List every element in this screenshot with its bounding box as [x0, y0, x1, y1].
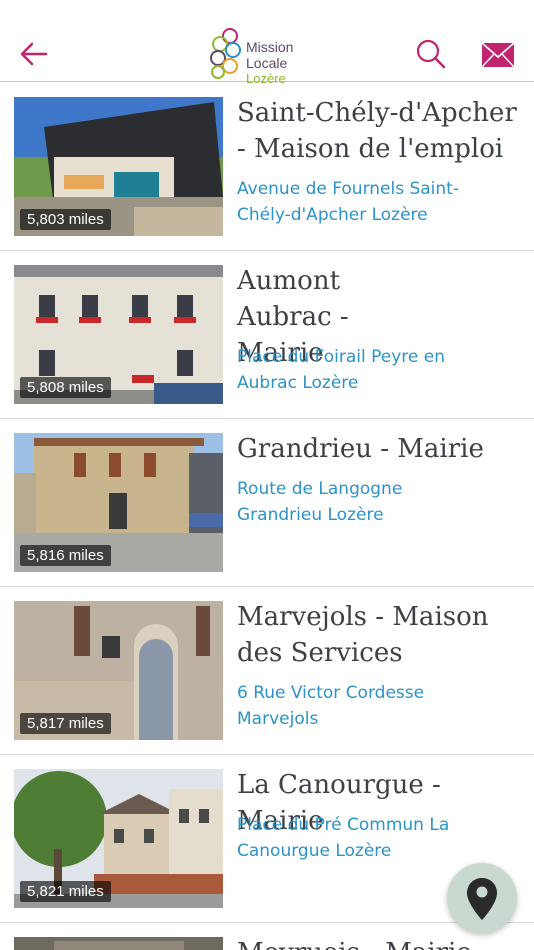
location-address-link[interactable]: Avenue de Fournels Saint-Chély-d'Apcher …: [237, 176, 497, 228]
app-header: Mission Locale Lozère: [0, 0, 534, 86]
search-icon: [416, 39, 446, 69]
distance-badge: 5,803 miles: [20, 209, 111, 230]
location-address-link[interactable]: 6 Rue Victor Cordesse Marvejols: [237, 680, 437, 732]
map-pin-icon: [467, 878, 497, 920]
location-address-link[interactable]: Route de Langogne Grandrieu Lozère: [237, 476, 437, 528]
location-photo: 5,821 miles: [14, 769, 223, 908]
list-item[interactable]: 5,803 miles Saint-Chély-d'Apcher - Maiso…: [0, 83, 534, 251]
search-button[interactable]: [415, 38, 447, 70]
logo-circles-icon: [210, 28, 241, 79]
map-button[interactable]: [447, 863, 517, 933]
list-item[interactable]: Meyrueis - Mairie: [0, 923, 534, 950]
arrow-left-icon: [20, 42, 48, 66]
location-photo: 5,817 miles: [14, 601, 223, 740]
location-photo: 5,803 miles: [14, 97, 223, 236]
back-button[interactable]: [18, 40, 50, 68]
location-photo: 5,816 miles: [14, 433, 223, 572]
location-address-link[interactable]: Place du Pré Commun La Canourgue Lozère: [237, 812, 477, 864]
list-item[interactable]: 5,817 miles Marvejols - Maison des Servi…: [0, 587, 534, 755]
location-address-link[interactable]: Place du Foirail Peyre en Aubrac Lozère: [237, 344, 497, 396]
mail-icon: [481, 42, 515, 68]
distance-badge: 5,808 miles: [20, 377, 111, 398]
mail-button[interactable]: [481, 42, 515, 68]
mission-locale-logo: Mission Locale Lozère: [208, 28, 338, 86]
location-title: Marvejols - Maison des Services: [237, 602, 489, 668]
location-title: Meyrueis - Mairie: [237, 935, 527, 950]
list-item[interactable]: 5,816 miles Grandrieu - Mairie Route de …: [0, 419, 534, 587]
distance-badge: 5,821 miles: [20, 881, 111, 902]
distance-badge: 5,816 miles: [20, 545, 111, 566]
location-title: Saint-Chély-d'Apcher - Maison de l'emplo…: [237, 98, 517, 164]
location-list: 5,803 miles Saint-Chély-d'Apcher - Maiso…: [0, 83, 534, 950]
list-item[interactable]: 5,808 miles Aumont Aubrac - Mairie Place…: [0, 251, 534, 419]
distance-badge: 5,817 miles: [20, 713, 111, 734]
location-photo: [14, 937, 223, 950]
location-photo: 5,808 miles: [14, 265, 223, 404]
location-title: Grandrieu - Mairie: [237, 434, 484, 464]
logo-title: Mission Locale: [246, 39, 294, 71]
